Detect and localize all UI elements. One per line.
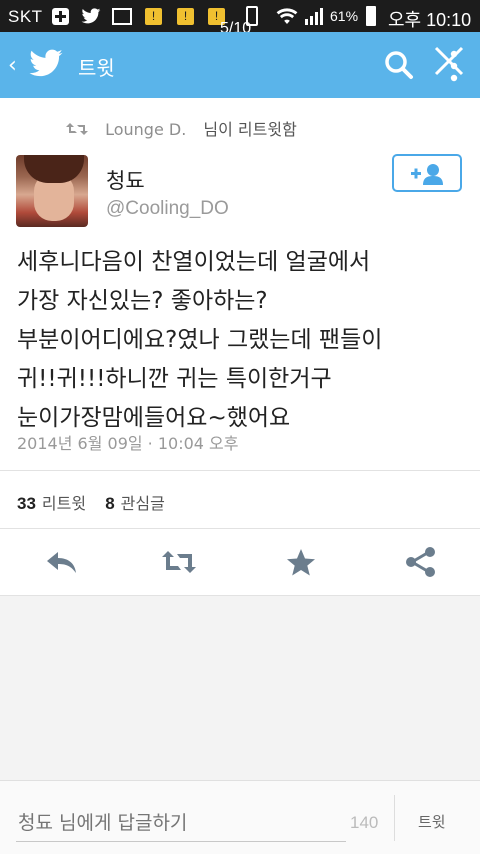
reply-icon[interactable]	[44, 546, 80, 578]
retweet-attribution: Lounge D. 님이 리트윗함	[66, 116, 297, 140]
avatar[interactable]	[16, 155, 88, 227]
twitter-bird-icon[interactable]	[28, 49, 64, 79]
share-icon[interactable]	[403, 546, 439, 578]
search-icon[interactable]	[384, 50, 414, 80]
author-name[interactable]: 청됴	[106, 165, 145, 195]
carrier-label: SKT	[8, 7, 43, 26]
reply-input[interactable]	[16, 805, 346, 842]
favorites-stat[interactable]: 8 관심글	[105, 494, 165, 513]
retweet-small-icon	[66, 123, 88, 135]
divider	[0, 528, 480, 529]
retweeter-name[interactable]: Lounge D.	[105, 120, 186, 139]
empty-area	[0, 596, 480, 780]
author-handle[interactable]: @Cooling_DO	[106, 198, 229, 220]
battery-icon	[366, 6, 376, 26]
add-user-icon	[411, 164, 443, 185]
tweet-button[interactable]: 트윗	[418, 811, 446, 832]
page-title: 트윗	[78, 56, 115, 80]
app-notification-icon: !	[145, 8, 162, 25]
more-options-icon[interactable]	[450, 50, 458, 82]
favorites-count: 8	[105, 494, 115, 513]
tweet-timestamp: 2014년 6월 09일 · 10:04 오후	[17, 434, 239, 453]
follow-button[interactable]	[392, 154, 462, 192]
retweet-suffix: 님이 리트윗함	[203, 120, 297, 139]
plus-notification-icon	[52, 8, 69, 25]
favorites-label: 관심글	[120, 494, 165, 513]
signal-icon	[305, 8, 323, 25]
status-bar: SKT ! ! ! 5/10 61% 오후 10:10	[0, 0, 480, 37]
reply-bar: 140 트윗	[0, 780, 480, 854]
star-icon[interactable]	[283, 546, 319, 578]
vibrate-icon	[246, 6, 258, 26]
wifi-icon	[276, 8, 298, 25]
twitter-notification-icon	[81, 8, 101, 24]
close-icon[interactable]	[432, 44, 466, 78]
app-notification-icon: !	[177, 8, 194, 25]
divider	[394, 795, 395, 841]
tweet-stats: 33 리트윗 8 관심글	[17, 490, 165, 514]
retweets-stat[interactable]: 33 리트윗	[17, 494, 86, 513]
retweets-label: 리트윗	[41, 494, 87, 513]
avatar-hair	[24, 155, 84, 183]
back-arrow-icon[interactable]: ‹	[8, 53, 17, 78]
image-notification-icon	[112, 8, 132, 25]
battery-percent: 61%	[330, 8, 359, 24]
divider	[0, 470, 480, 471]
char-count: 140	[350, 813, 379, 832]
retweets-count: 33	[17, 494, 36, 513]
tweet-text: 세후니다음이 찬열이었는데 얼굴에서 가장 자신있는? 좋아하는? 부분이어디에…	[17, 249, 383, 431]
retweet-icon[interactable]	[161, 546, 197, 578]
app-header: ‹ 트윗	[0, 32, 480, 98]
clock: 오후 10:10	[388, 10, 472, 30]
